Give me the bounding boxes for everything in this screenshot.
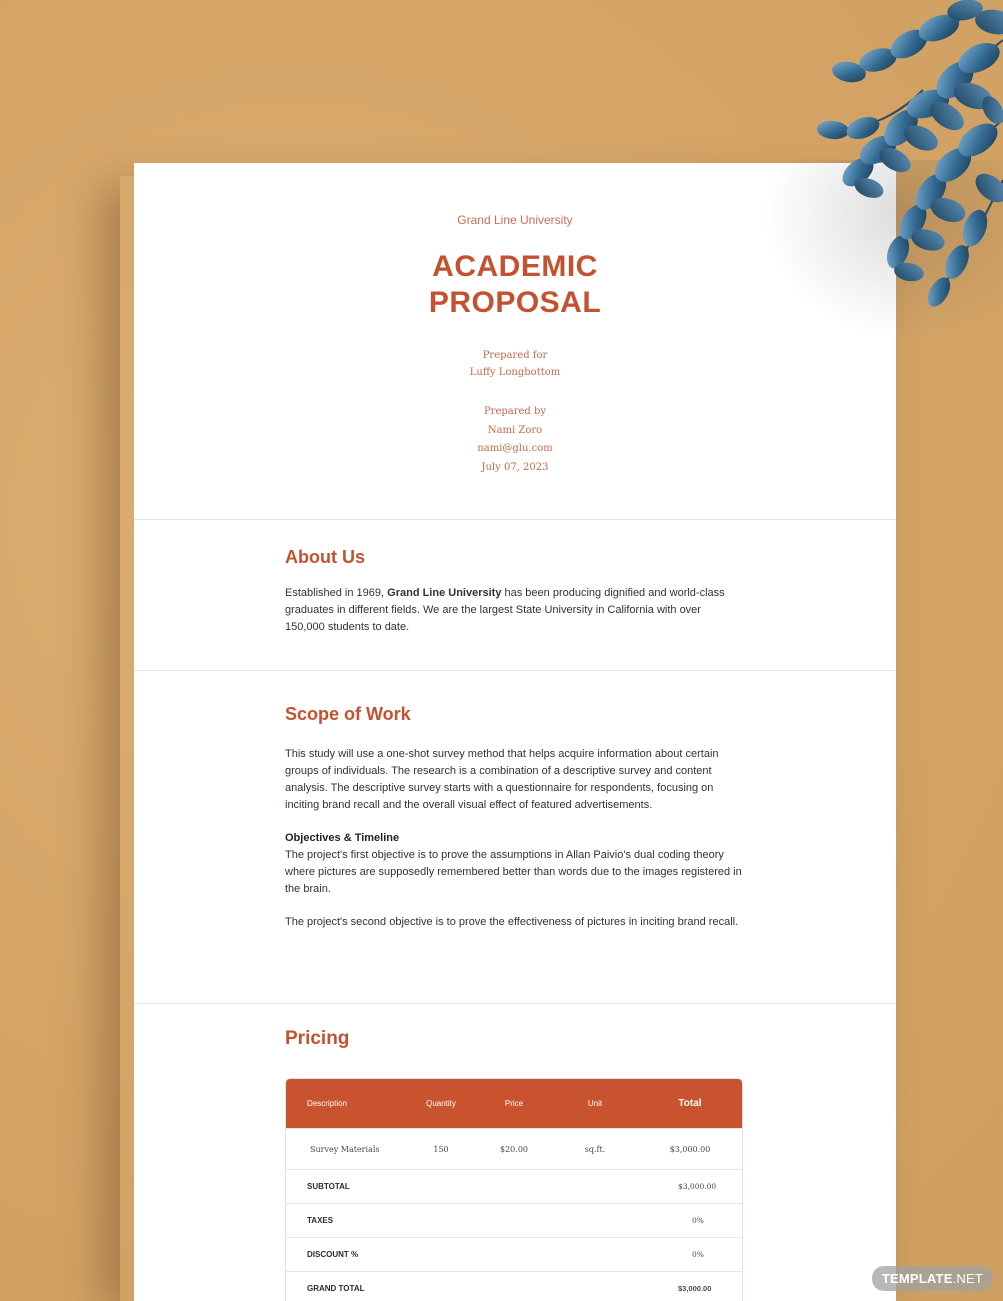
document-date: July 07, 2023 bbox=[481, 461, 549, 473]
scope-section: Scope of Work This study will use a one-… bbox=[134, 671, 896, 1004]
plant-leaves-graphic bbox=[817, 0, 1003, 307]
title-line-1: ACADEMIC bbox=[432, 250, 598, 283]
discount-label: DISCOUNT % bbox=[307, 1250, 359, 1259]
about-text: Established in 1969, Grand Line Universi… bbox=[285, 585, 742, 636]
author-email: nami@glu.com bbox=[477, 443, 553, 454]
grand-total-label: GRAND TOTAL bbox=[307, 1284, 365, 1293]
taxes-value: 0% bbox=[692, 1216, 704, 1225]
scope-paragraph-2: The project's first objective is to prov… bbox=[285, 849, 742, 895]
watermark-suffix: .NET bbox=[952, 1271, 983, 1286]
prepared-by-name: Nami Zoro bbox=[487, 424, 543, 436]
prepared-for-label: Prepared for bbox=[482, 350, 548, 361]
header-unit: Unit bbox=[587, 1099, 603, 1108]
pricing-heading: Pricing bbox=[285, 1028, 350, 1049]
taxes-label: TAXES bbox=[307, 1216, 334, 1225]
table-row: Survey Materials 150 $20.00 sq.ft. $3,00… bbox=[286, 1128, 742, 1169]
item-description: Survey Materials bbox=[310, 1144, 380, 1154]
template-net-watermark: TEMPLATE.NET bbox=[871, 1266, 993, 1291]
title-line-2: PROPOSAL bbox=[428, 286, 602, 319]
prepared-for-block: Prepared for Luffy Longbottom bbox=[134, 347, 896, 381]
item-unit: sq.ft. bbox=[584, 1144, 606, 1154]
header-total: Total bbox=[678, 1098, 702, 1109]
header-price: Price bbox=[504, 1099, 524, 1108]
discount-value: 0% bbox=[692, 1250, 704, 1259]
scope-paragraph-1: This study will use a one-shot survey me… bbox=[285, 748, 719, 811]
about-heading: About Us bbox=[285, 547, 365, 567]
pricing-table: Description Quantity Price Unit Total Su… bbox=[285, 1078, 743, 1301]
grand-total-row: GRAND TOTAL $3,000.00 bbox=[286, 1271, 742, 1301]
scope-heading: Scope of Work bbox=[285, 704, 411, 724]
subtotal-label: SUBTOTAL bbox=[307, 1182, 350, 1191]
about-university-bold: Grand Line University bbox=[387, 587, 502, 599]
header-quantity: Quantity bbox=[426, 1099, 456, 1108]
taxes-row: TAXES 0% bbox=[286, 1203, 742, 1237]
item-total: $3,000.00 bbox=[669, 1144, 711, 1154]
prepared-by-block: Prepared by Nami Zoro nami@glu.com July … bbox=[134, 403, 896, 477]
item-quantity: 150 bbox=[433, 1144, 449, 1154]
watermark-brand: TEMPLATE bbox=[881, 1271, 953, 1286]
header-description: Description bbox=[307, 1099, 348, 1108]
prepared-for-name: Luffy Longbottom bbox=[469, 367, 561, 378]
subtotal-row: SUBTOTAL $3,000.00 bbox=[286, 1169, 742, 1203]
table-header: Description Quantity Price Unit Total bbox=[286, 1079, 742, 1128]
about-text-start: Established in 1969, bbox=[285, 587, 388, 599]
grand-total-value: $3,000.00 bbox=[678, 1284, 712, 1293]
objectives-heading: Objectives & Timeline bbox=[285, 832, 400, 844]
pricing-section: Pricing Description Quantity Price Unit … bbox=[134, 1004, 896, 1301]
subtotal-value: $3,000.00 bbox=[678, 1182, 717, 1191]
item-price: $20.00 bbox=[500, 1144, 528, 1154]
scope-paragraph-3: The project's second objective is to pro… bbox=[285, 916, 739, 928]
prepared-by-label: Prepared by bbox=[483, 406, 547, 417]
eucalyptus-plant-decoration bbox=[673, 0, 1003, 330]
discount-row: DISCOUNT % 0% bbox=[286, 1237, 742, 1271]
about-section: About Us Established in 1969, Grand Line… bbox=[134, 520, 896, 671]
